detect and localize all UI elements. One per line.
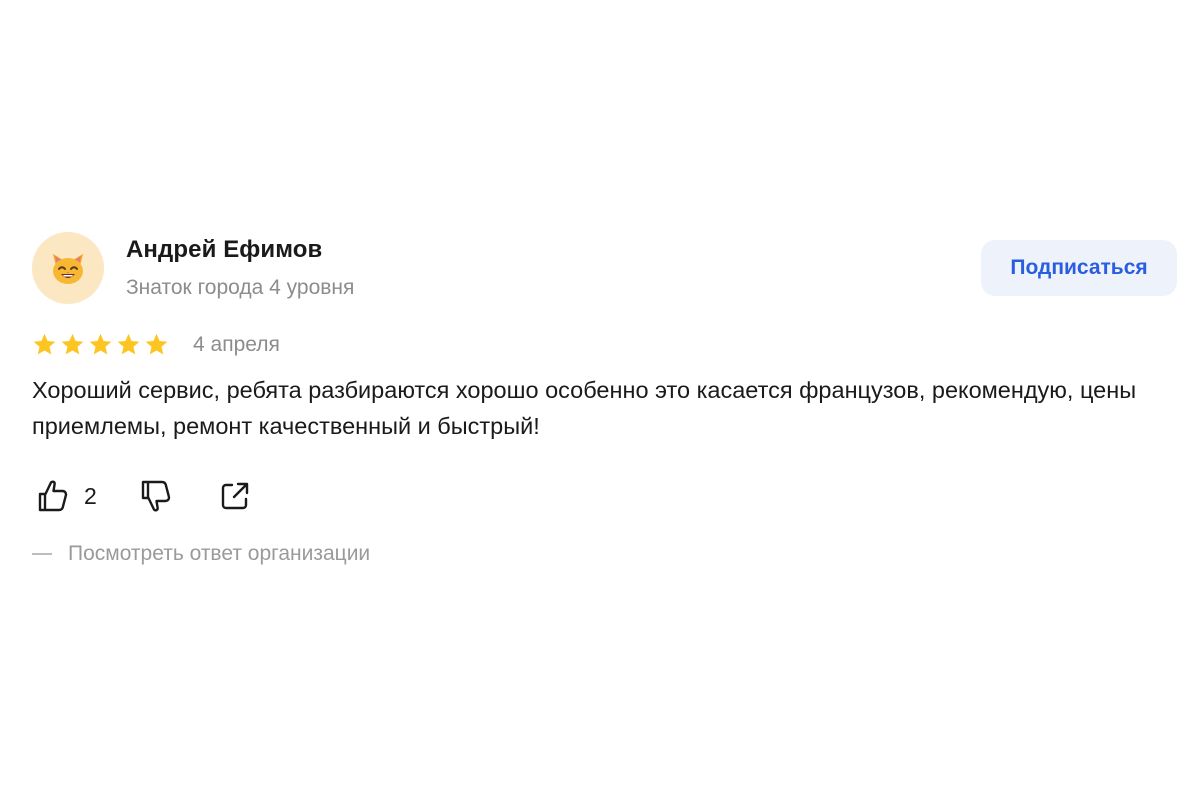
share-external-icon: [221, 482, 248, 510]
author-name[interactable]: Андрей Ефимов: [126, 236, 322, 264]
author-level: Знаток города 4 уровня: [126, 276, 355, 299]
share-button[interactable]: [215, 476, 255, 516]
review-date: 4 апреля: [193, 332, 280, 356]
review-card: Андрей Ефимов Знаток города 4 уровня Под…: [32, 230, 1177, 565]
review-header: Андрей Ефимов Знаток города 4 уровня Под…: [32, 230, 1177, 306]
like-count: 2: [84, 482, 97, 509]
star-icon: [33, 333, 56, 355]
star-icon: [89, 333, 112, 355]
avatar[interactable]: [32, 232, 104, 304]
thumbs-up-icon: [38, 480, 68, 512]
like-button[interactable]: 2: [32, 476, 97, 516]
thumbs-down-icon: [141, 480, 170, 512]
star-icon: [61, 333, 84, 355]
org-answer-label: Посмотреть ответ организации: [68, 542, 371, 565]
view-org-answer-link[interactable]: Посмотреть ответ организации: [32, 542, 370, 566]
star-rating: [32, 332, 169, 357]
subscribe-button[interactable]: Подписаться: [981, 240, 1177, 296]
cat-face-emoji-icon: [53, 254, 83, 284]
review-text: Хороший сервис, ребята разбираются хорош…: [32, 377, 1137, 439]
dislike-button[interactable]: [135, 476, 175, 516]
star-icon: [145, 333, 168, 355]
rating-row: 4 апреля: [32, 332, 280, 357]
review-actions: 2: [32, 476, 255, 516]
star-icon: [117, 333, 140, 355]
dash-divider: [32, 553, 52, 555]
